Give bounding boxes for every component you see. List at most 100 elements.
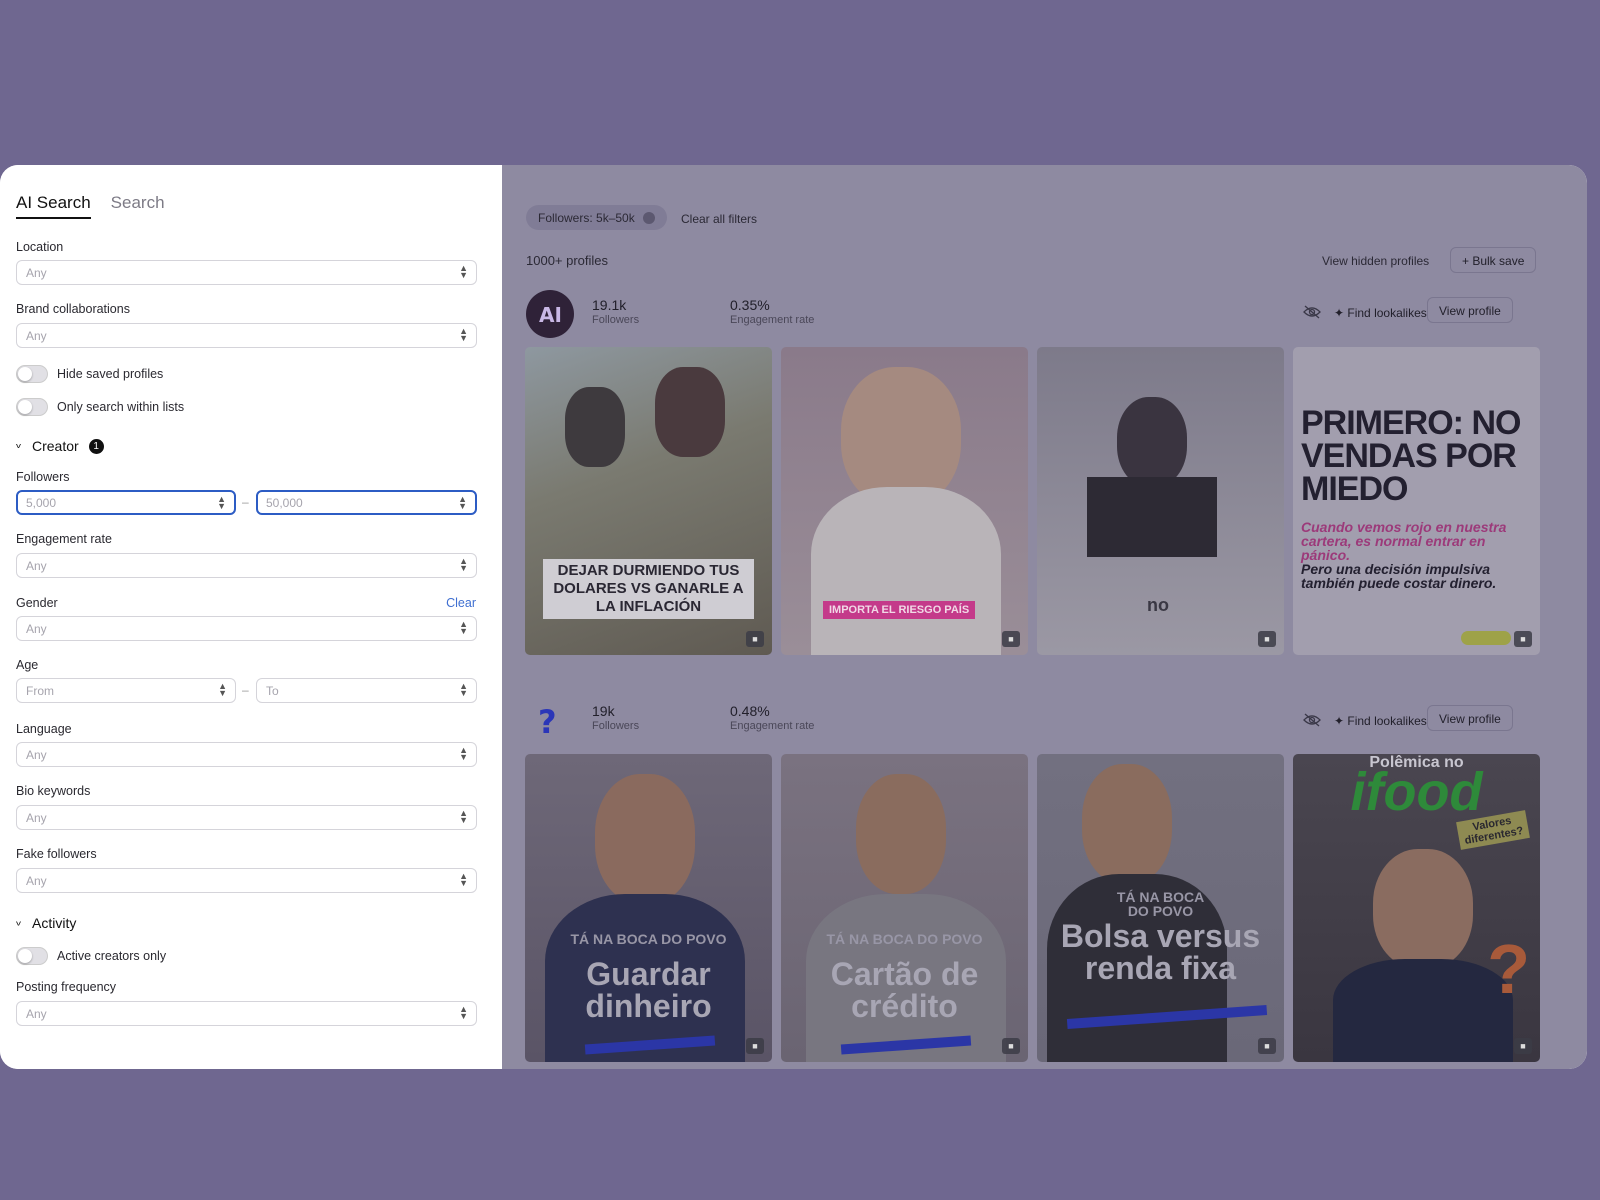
updown-icon: ▲ ▼	[459, 263, 468, 280]
post-thumbnail[interactable]: PRIMERO: NO VENDAS POR MIEDO Cuando vemo…	[1293, 347, 1540, 655]
followers-stat: 19k Followers	[592, 703, 639, 732]
hide-saved-label: Hide saved profiles	[57, 367, 164, 381]
gender-select[interactable]: Any ▲ ▼	[16, 616, 477, 641]
post-thumbnail[interactable]: TÁ NA BOCA DO POVO Guardar dinheiro ■	[525, 754, 772, 1062]
hide-eye-icon[interactable]	[1303, 713, 1321, 727]
app-window: AI Search Search Location Any ▲ ▼ Brand co…	[0, 165, 1587, 1069]
person-shape	[565, 387, 625, 467]
age-from-select[interactable]: From ▲ ▼	[16, 678, 236, 703]
engagement-stat: 0.35% Engagement rate	[730, 297, 814, 326]
posting-frequency-select[interactable]: Any ▲ ▼	[16, 1001, 477, 1026]
post-subtitle: TÁ NA BOCA DO POVO	[1116, 889, 1205, 919]
view-hidden-profiles-link[interactable]: View hidden profiles	[1322, 254, 1429, 268]
person-shape	[811, 487, 1001, 655]
gender-value: Any	[26, 622, 47, 636]
chevron-down-icon: v	[16, 442, 21, 450]
results-count: 1000+ profiles	[526, 253, 609, 268]
followers-value: 19k	[592, 703, 615, 719]
followers-value: 19.1k	[592, 297, 627, 313]
brand-collab-value: Any	[26, 329, 47, 343]
bio-keywords-value: Any	[26, 811, 47, 825]
hide-saved-toggle[interactable]	[16, 365, 48, 383]
active-only-toggle[interactable]	[16, 947, 48, 965]
video-icon: ■	[746, 1038, 764, 1054]
language-select[interactable]: Any ▲ ▼	[16, 742, 477, 767]
followers-min-input[interactable]: 5,000 ▲ ▼	[16, 490, 236, 515]
age-to-value: To	[266, 684, 279, 698]
creator-section-toggle[interactable]: v Creator 1	[16, 438, 104, 454]
view-profile-button[interactable]: View profile	[1427, 705, 1513, 731]
tab-search[interactable]: Search	[111, 193, 165, 219]
post-headline: ifood	[1350, 762, 1483, 822]
bio-keywords-select[interactable]: Any ▲ ▼	[16, 805, 477, 830]
followers-label: Followers	[16, 470, 70, 484]
active-filter-chip[interactable]: Followers: 5k–50k	[526, 205, 667, 230]
find-lookalikes-label: Find lookalikes	[1347, 714, 1427, 728]
gender-label: Gender	[16, 596, 58, 610]
updown-icon: ▲ ▼	[459, 871, 468, 888]
post-subtitle: TÁ NA BOCA DO POVO	[826, 931, 983, 947]
person-shape	[1117, 397, 1187, 487]
avatar[interactable]: ?	[526, 697, 574, 745]
post-headline: Cartão de crédito	[830, 956, 979, 1024]
find-lookalikes-button[interactable]: ✦ Find lookalikes	[1334, 306, 1427, 320]
post-thumbnail[interactable]: TÁ NA BOCA DO POVO Cartão de crédito ■	[781, 754, 1028, 1062]
post-thumbnail[interactable]: DEJAR DURMIENDO TUS DOLARES VS GANARLE A…	[525, 347, 772, 655]
clear-all-filters-link[interactable]: Clear all filters	[681, 212, 757, 226]
arrow-icon	[1461, 631, 1511, 645]
tab-ai-search[interactable]: AI Search	[16, 193, 91, 219]
activity-section-label: Activity	[32, 915, 77, 931]
person-shape	[595, 774, 695, 904]
video-icon: ■	[1258, 631, 1276, 647]
find-lookalikes-button[interactable]: ✦ Find lookalikes	[1334, 714, 1427, 728]
age-label: Age	[16, 658, 39, 672]
activity-section-toggle[interactable]: v Activity	[16, 915, 76, 931]
updown-icon: ▲ ▼	[459, 619, 468, 636]
view-profile-button[interactable]: View profile	[1427, 297, 1513, 323]
person-shape	[1082, 764, 1172, 884]
hide-eye-icon[interactable]	[1303, 305, 1321, 319]
followers-max-input[interactable]: 50,000 ▲ ▼	[256, 490, 477, 515]
chip-remove-icon[interactable]	[642, 211, 655, 224]
location-select[interactable]: Any ▲ ▼	[16, 260, 477, 285]
engagement-select[interactable]: Any ▲ ▼	[16, 553, 477, 578]
updown-icon: ▲ ▼	[459, 556, 468, 573]
active-only-label: Active creators only	[57, 949, 167, 963]
svg-text:?: ?	[538, 703, 557, 741]
post-caption: IMPORTA EL RIESGO PAÍS	[823, 601, 976, 619]
post-thumbnail[interactable]: Polêmica no ifood Valores diferentes? ? …	[1293, 754, 1540, 1062]
post-caption: Pero una decisión impulsiva también pued…	[1301, 561, 1497, 591]
post-caption: no	[1147, 595, 1169, 615]
fake-followers-select[interactable]: Any ▲ ▼	[16, 868, 477, 893]
avatar[interactable]: AI	[526, 290, 574, 338]
filter-sidebar: AI Search Search Location Any ▲ ▼ Brand co…	[0, 165, 502, 1069]
bio-keywords-label: Bio keywords	[16, 784, 91, 798]
followers-stat: 19.1k Followers	[592, 297, 639, 326]
sparkle-icon: ✦	[1334, 714, 1348, 728]
gender-clear-link[interactable]: Clear	[446, 596, 476, 610]
chevron-down-icon: v	[16, 919, 21, 927]
only-lists-label: Only search within lists	[57, 400, 185, 414]
post-subtitle: TÁ NA BOCA DO POVO	[570, 931, 727, 947]
engagement-caption: Engagement rate	[730, 720, 815, 732]
post-thumbnail[interactable]: TÁ NA BOCA DO POVO Bolsa versus renda fi…	[1037, 754, 1284, 1062]
post-headline: PRIMERO: NO VENDAS POR MIEDO	[1301, 404, 1521, 508]
video-icon: ■	[1002, 1038, 1020, 1054]
creator-filter-count-badge: 1	[88, 438, 104, 454]
updown-icon: ▲ ▼	[217, 494, 226, 511]
age-to-select[interactable]: To ▲ ▼	[256, 678, 477, 703]
person-shape	[1333, 959, 1513, 1062]
video-icon: ■	[1002, 631, 1020, 647]
find-lookalikes-label: Find lookalikes	[1347, 306, 1427, 320]
posting-frequency-value: Any	[26, 1007, 47, 1021]
post-thumbnail[interactable]: IMPORTA EL RIESGO PAÍS ■	[781, 347, 1028, 655]
post-thumbnail[interactable]: no ■	[1037, 347, 1284, 655]
bulk-save-button[interactable]: + Bulk save	[1450, 247, 1537, 273]
brand-collab-select[interactable]: Any ▲ ▼	[16, 323, 477, 348]
only-lists-toggle[interactable]	[16, 398, 48, 416]
range-dash: –	[242, 683, 249, 697]
updown-icon: ▲ ▼	[459, 745, 468, 762]
language-label: Language	[16, 722, 72, 736]
updown-icon: ▲ ▼	[459, 1004, 468, 1021]
sparkle-icon: ✦	[1334, 306, 1348, 320]
